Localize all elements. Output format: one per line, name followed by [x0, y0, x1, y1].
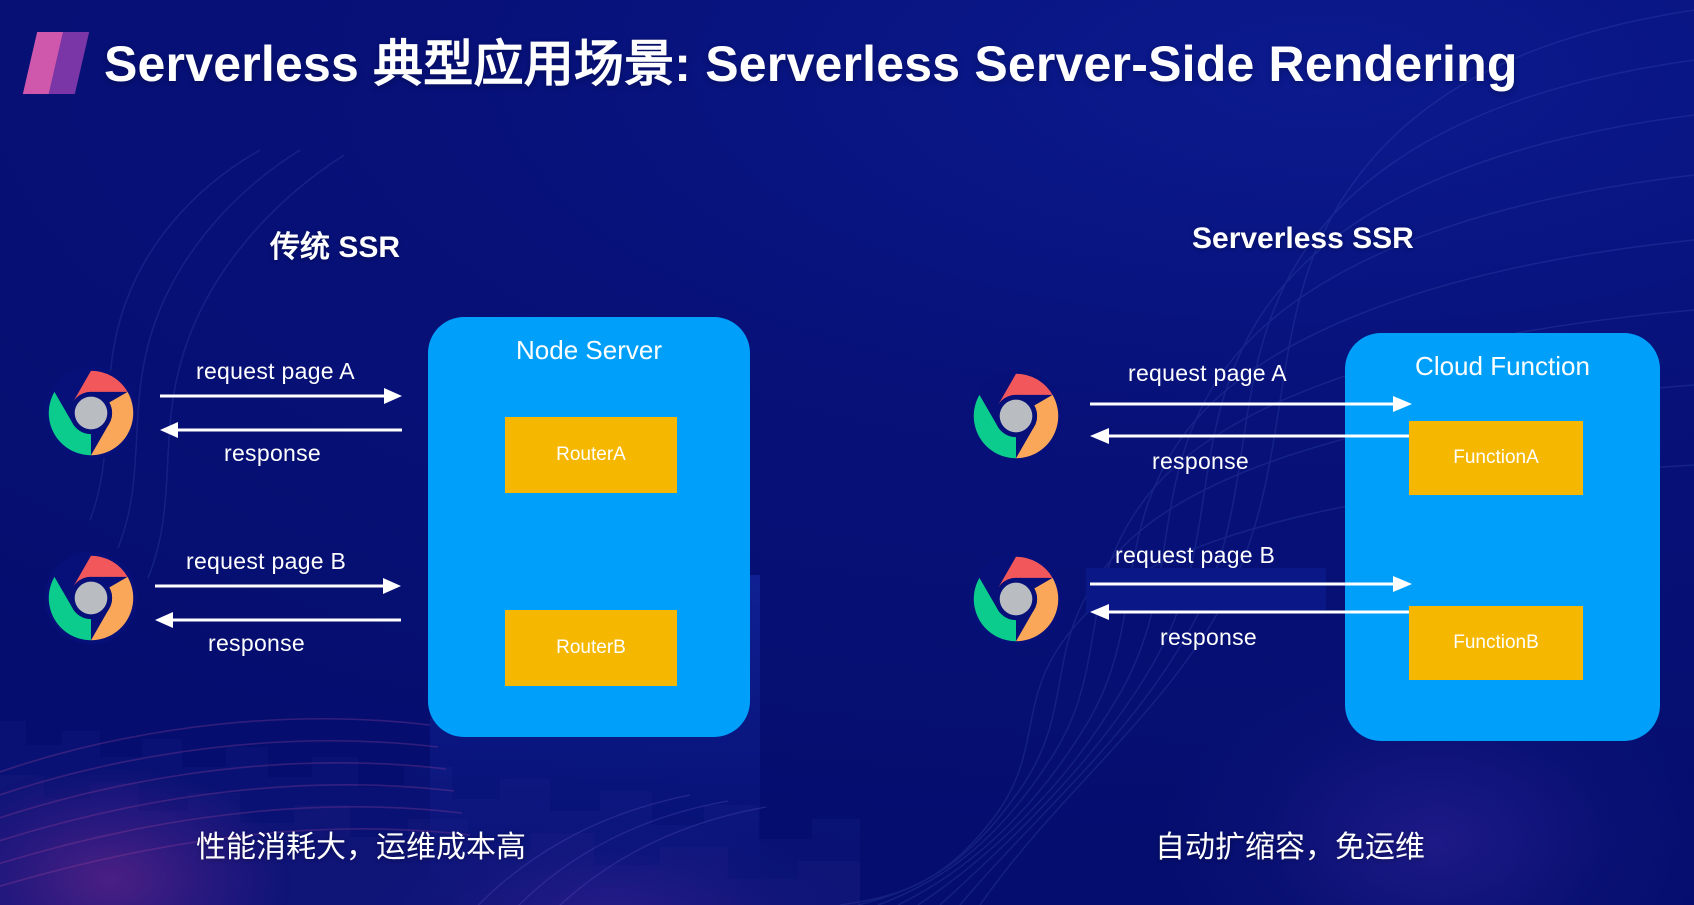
- cloud-function-panel-title: Cloud Function: [1415, 351, 1590, 381]
- arrow-left-icon: [160, 422, 402, 438]
- arrow-left-icon: [155, 612, 401, 628]
- left-flow-a-request-label: request page A: [196, 358, 355, 384]
- arrow-left-icon: [1090, 604, 1412, 620]
- right-section-heading: Serverless SSR: [1192, 222, 1414, 255]
- chrome-browser-icon: [969, 552, 1063, 646]
- slide-title-bar: Serverless 典型应用场景: Serverless Server-Sid…: [0, 0, 1694, 128]
- node-server-panel-title: Node Server: [516, 335, 662, 365]
- left-flow-b-request-label: request page B: [186, 548, 347, 574]
- chrome-browser-icon: [969, 369, 1063, 463]
- left-flow-b-response-label: response: [208, 630, 306, 656]
- page-title: Serverless 典型应用场景: Serverless Server-Sid…: [104, 36, 1518, 92]
- chrome-browser-icon: [44, 551, 138, 645]
- arrow-right-icon: [160, 388, 402, 404]
- arrow-right-icon: [1090, 576, 1412, 592]
- right-flow-b-response-label: response: [1160, 624, 1258, 650]
- arrow-left-icon: [1090, 428, 1412, 444]
- chrome-browser-icon: [44, 366, 138, 460]
- arrow-right-icon: [1090, 396, 1412, 412]
- left-flow-a-response-label: response: [224, 440, 322, 466]
- service-box-routerb[interactable]: RouterB: [505, 610, 677, 686]
- service-box-functionb[interactable]: FunctionB: [1409, 606, 1583, 680]
- arrow-right-icon: [155, 578, 401, 594]
- service-box-functiona[interactable]: FunctionA: [1409, 421, 1583, 495]
- right-flow-a-response-label: response: [1152, 448, 1250, 474]
- left-section-caption: 性能消耗大，运维成本高: [196, 831, 526, 864]
- title-accent-bars-icon: [22, 32, 92, 94]
- right-flow-a-request-label: request page A: [1128, 360, 1287, 386]
- service-box-routera[interactable]: RouterA: [505, 417, 677, 493]
- left-section-heading: 传统 SSR: [270, 231, 401, 264]
- right-flow-b-request-label: request page B: [1115, 542, 1276, 568]
- right-section-caption: 自动扩缩容，免运维: [1155, 831, 1425, 864]
- slide-canvas: Serverless 典型应用场景: Serverless Server-Sid…: [0, 0, 1694, 905]
- node-server-panel: Node Server RouterA RouterB: [428, 317, 750, 737]
